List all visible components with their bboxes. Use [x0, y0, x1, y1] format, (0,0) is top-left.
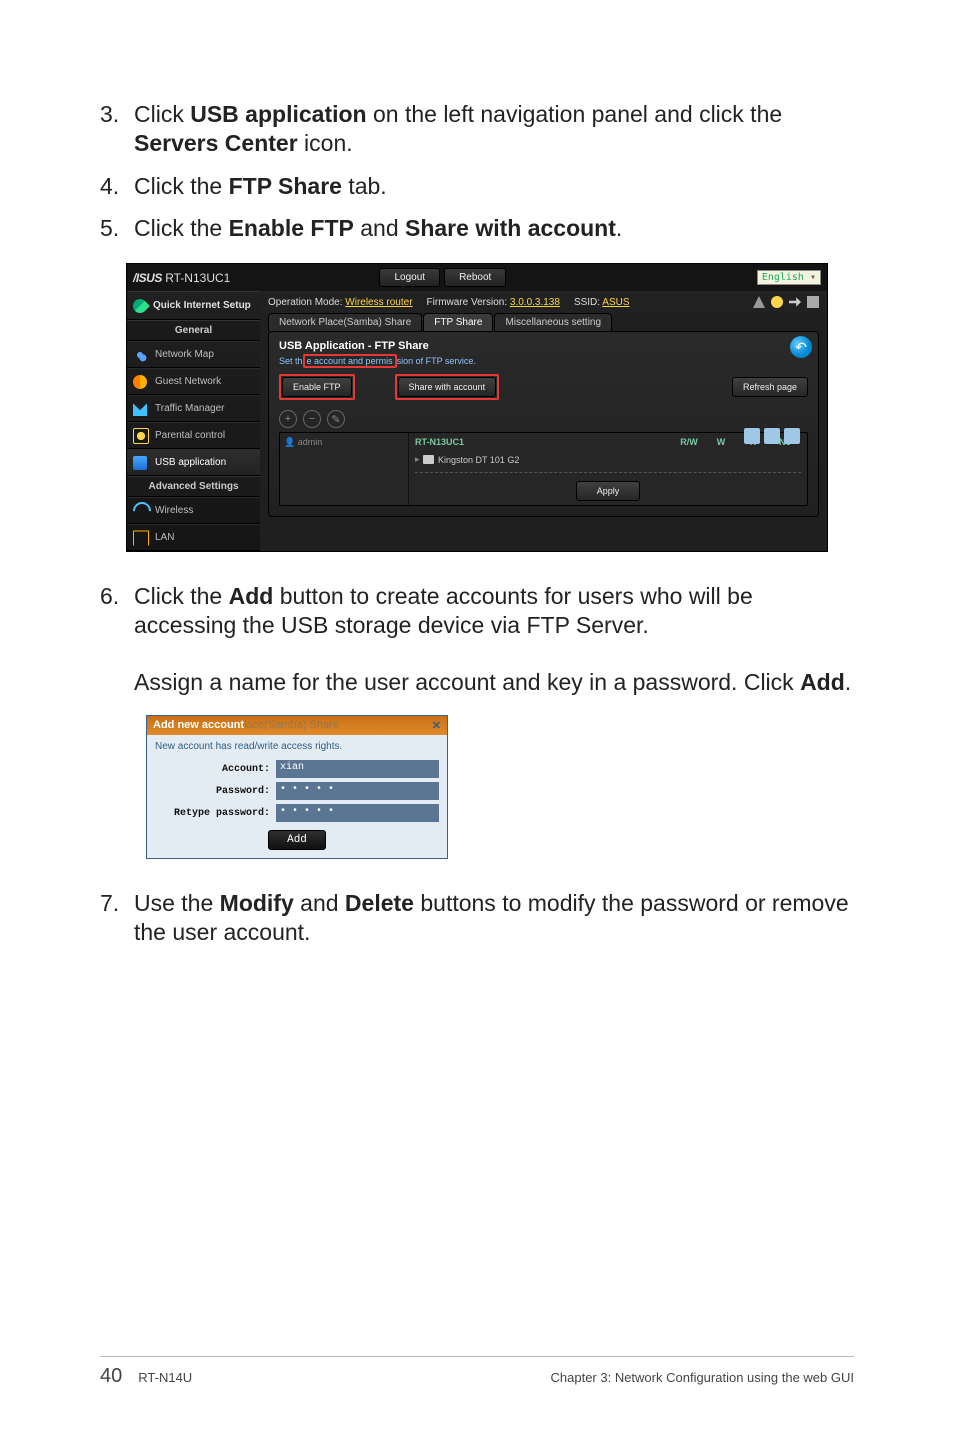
enable-ftp-button[interactable]: Enable FTP	[282, 377, 352, 397]
dialog-title: Add new account	[153, 719, 244, 732]
account-input[interactable]: xian	[276, 760, 439, 778]
sidebar-item-guest-network[interactable]: Guest Network	[127, 368, 260, 395]
operation-bar: Operation Mode: Wireless router Firmware…	[260, 291, 827, 313]
sidebar-item-traffic-manager[interactable]: Traffic Manager	[127, 395, 260, 422]
tab-misc-setting[interactable]: Miscellaneous setting	[494, 313, 612, 331]
parental-icon	[133, 428, 149, 444]
drive-icon	[423, 455, 434, 464]
panel-subtitle: Set the account and permission of FTP se…	[279, 354, 808, 368]
sidebar-item-usb-application[interactable]: USB application	[127, 449, 260, 476]
brand: /ISUS RT-N13UC1	[133, 271, 375, 285]
sidebar-header-general: General	[127, 320, 260, 341]
status-icon-1	[753, 296, 765, 308]
usb-icon	[133, 456, 147, 470]
add-user-icon[interactable]: +	[279, 410, 297, 428]
tabs: Network Place(Samba) Share FTP Share Mis…	[260, 313, 827, 331]
step-7: 7. Use the Modify and Delete buttons to …	[100, 889, 854, 947]
router-screenshot: /ISUS RT-N13UC1 Logout Reboot English Qu…	[126, 263, 828, 552]
reboot-button[interactable]: Reboot	[444, 268, 506, 287]
tab-ftp-share[interactable]: FTP Share	[423, 313, 493, 331]
logout-button[interactable]: Logout	[379, 268, 440, 287]
step-4: 4. Click the FTP Share tab.	[100, 172, 854, 201]
dialog-note: New account has read/write access rights…	[147, 735, 447, 758]
language-select[interactable]: English	[757, 270, 821, 285]
step-5: 5. Click the Enable FTP and Share with a…	[100, 214, 854, 243]
guest-icon	[133, 375, 147, 389]
view-icon-3[interactable]	[784, 428, 800, 444]
panel-title: USB Application - FTP Share	[279, 340, 808, 352]
network-map-icon	[133, 348, 147, 362]
sidebar: Quick Internet Setup General Network Map…	[127, 291, 260, 551]
sidebar-item-network-map[interactable]: Network Map	[127, 341, 260, 368]
close-icon[interactable]: ✕	[432, 719, 441, 732]
sidebar-header-advanced: Advanced Settings	[127, 476, 260, 497]
firmware-link[interactable]: 3.0.0.3.138	[510, 297, 560, 308]
status-icon-3	[789, 296, 801, 308]
view-icon-2[interactable]	[764, 428, 780, 444]
op-mode-link[interactable]: Wireless router	[345, 297, 412, 308]
account-label: Account:	[155, 764, 276, 775]
remove-user-icon[interactable]: −	[303, 410, 321, 428]
page-number: 40	[100, 1365, 122, 1388]
edit-user-icon[interactable]: ✎	[327, 410, 345, 428]
refresh-page-button[interactable]: Refresh page	[732, 377, 808, 397]
setup-icon	[130, 296, 150, 316]
lan-icon	[133, 530, 149, 545]
sidebar-item-wireless[interactable]: Wireless	[127, 497, 260, 524]
tab-samba-share[interactable]: Network Place(Samba) Share	[268, 313, 422, 331]
file-list: admin RT-N13UC1 R/W W R No ▸	[279, 432, 808, 506]
step-number: 3.	[100, 100, 134, 158]
add-button[interactable]: Add	[268, 830, 326, 850]
view-icon-1[interactable]	[744, 428, 760, 444]
sidebar-item-parental-control[interactable]: Parental control	[127, 422, 260, 449]
share-with-account-button[interactable]: Share with account	[398, 377, 497, 397]
password-label: Password:	[155, 786, 276, 797]
step-6: 6. Click the Add button to create accoun…	[100, 582, 854, 697]
sidebar-quick-setup[interactable]: Quick Internet Setup	[127, 291, 260, 320]
footer-model: RT-N14U	[138, 1370, 192, 1385]
retype-password-input[interactable]: • • • • •	[276, 804, 439, 822]
traffic-icon	[133, 402, 147, 416]
apply-button[interactable]: Apply	[576, 481, 641, 501]
add-account-dialog: Add new accountlace(Samba) Share ✕ New a…	[146, 715, 448, 859]
sidebar-item-lan[interactable]: LAN	[127, 524, 260, 551]
retype-password-label: Retype password:	[155, 808, 276, 819]
footer-chapter: Chapter 3: Network Configuration using t…	[551, 1370, 855, 1385]
back-icon[interactable]: ↶	[790, 336, 812, 358]
status-icon-4	[807, 296, 819, 308]
status-icon-2	[771, 296, 783, 308]
drive-row[interactable]: ▸ Kingston DT 101 G2	[409, 451, 807, 468]
wifi-icon	[129, 498, 154, 523]
password-input[interactable]: • • • • •	[276, 782, 439, 800]
step-3: 3. Click USB application on the left nav…	[100, 100, 854, 158]
ftp-panel: ↶ USB Application - FTP Share Set the ac…	[268, 331, 819, 517]
user-admin[interactable]: admin	[284, 437, 404, 448]
page-footer: 40 RT-N14U Chapter 3: Network Configurat…	[100, 1356, 854, 1388]
ssid-link[interactable]: ASUS	[602, 297, 629, 308]
